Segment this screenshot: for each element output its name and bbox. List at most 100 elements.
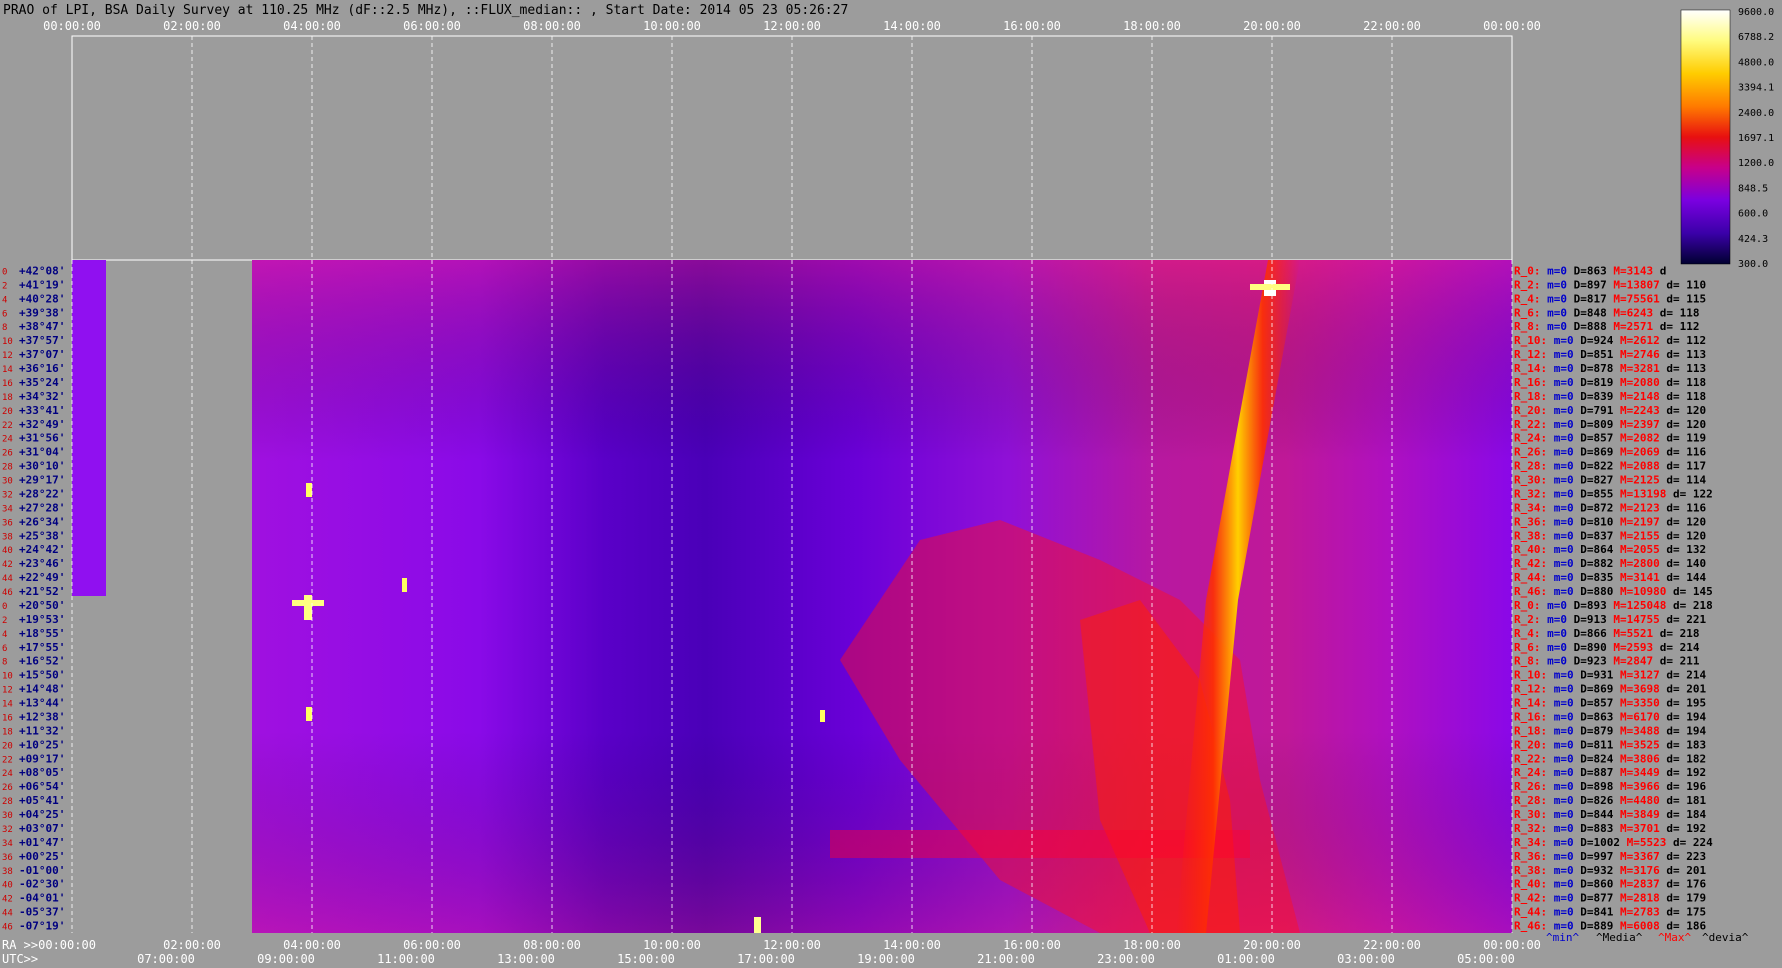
- row-min: m=0: [1554, 585, 1581, 598]
- row-deviation: d= 184: [1666, 808, 1706, 821]
- row-declination: +41°19': [19, 278, 65, 291]
- row-deviation: d= 117: [1666, 460, 1706, 473]
- row-deviation: d= 112: [1666, 334, 1706, 347]
- row-index: 4: [2, 295, 7, 305]
- row-declination: +31°04': [19, 446, 65, 459]
- row-max: M=2593: [1613, 641, 1659, 654]
- row-stats: R_34: m=0 D=872 M=2123 d= 116: [1514, 501, 1706, 514]
- row-index: 32: [2, 490, 13, 500]
- row-deviation: d= 218: [1660, 627, 1700, 640]
- row-median: D=826: [1580, 794, 1620, 807]
- colorbar-tick-label: 9600.0: [1738, 7, 1774, 18]
- row-receiver: R_2:: [1514, 278, 1547, 291]
- row-deviation: d= 224: [1673, 836, 1713, 849]
- row-declination: +10°25': [19, 738, 65, 751]
- row-deviation: d= 114: [1666, 474, 1706, 487]
- row-deviation: d= 194: [1666, 710, 1706, 723]
- colorbar-tick-label: 4800.0: [1738, 57, 1774, 68]
- row-stats: R_2: m=0 D=913 M=14755 d= 221: [1514, 613, 1706, 626]
- row-min: m=0: [1554, 487, 1581, 500]
- row-median: D=819: [1580, 376, 1620, 389]
- row-index: 44: [2, 574, 13, 584]
- row-median: D=857: [1580, 697, 1620, 710]
- row-index: 14: [2, 365, 13, 375]
- row-deviation: d= 122: [1673, 487, 1713, 500]
- top-tick-label: 14:00:00: [883, 19, 941, 33]
- row-median: D=888: [1574, 320, 1614, 333]
- row-median: D=931: [1580, 669, 1620, 682]
- row-median: D=811: [1580, 738, 1620, 751]
- row-median: D=866: [1574, 627, 1614, 640]
- row-deviation: d= 194: [1666, 724, 1706, 737]
- row-deviation: d= 118: [1666, 390, 1706, 403]
- row-max: M=2082: [1620, 432, 1666, 445]
- row-receiver: R_32:: [1514, 487, 1554, 500]
- row-median: D=839: [1580, 390, 1620, 403]
- row-deviation: d= 181: [1666, 794, 1706, 807]
- row-index: 28: [2, 463, 13, 473]
- row-index: 0: [2, 267, 7, 277]
- source-blip: [306, 707, 312, 721]
- row-stats: R_30: m=0 D=844 M=3849 d= 184: [1514, 808, 1706, 821]
- colorbar-tick-label: 1200.0: [1738, 158, 1774, 169]
- row-stats: R_0: m=0 D=863 M=3143 d: [1514, 264, 1666, 277]
- row-receiver: R_30:: [1514, 474, 1554, 487]
- top-tick-label: 00:00:00: [1483, 19, 1541, 33]
- row-max: M=3141: [1620, 571, 1666, 584]
- row-receiver: R_28:: [1514, 460, 1554, 473]
- top-tick-label: 20:00:00: [1243, 19, 1301, 33]
- row-receiver: R_44:: [1514, 906, 1554, 919]
- top-tick-label: 02:00:00: [163, 19, 221, 33]
- row-index: 20: [2, 741, 13, 751]
- row-deviation: d= 179: [1666, 892, 1706, 905]
- row-deviation: d= 183: [1666, 738, 1706, 751]
- row-receiver: R_16:: [1514, 710, 1554, 723]
- row-min: m=0: [1554, 766, 1581, 779]
- row-declination: +35°24': [19, 376, 65, 389]
- row-max: M=4480: [1620, 794, 1666, 807]
- row-min: m=0: [1554, 460, 1581, 473]
- row-receiver: R_38:: [1514, 864, 1554, 877]
- row-max: M=3701: [1620, 822, 1666, 835]
- row-min: m=0: [1554, 418, 1581, 431]
- row-receiver: R_18:: [1514, 724, 1554, 737]
- row-max: M=2837: [1620, 878, 1666, 891]
- row-index: 46: [2, 923, 13, 933]
- row-max: M=13807: [1613, 278, 1666, 291]
- row-deviation: d= 116: [1666, 501, 1706, 514]
- row-median: D=791: [1580, 404, 1620, 417]
- row-median: D=863: [1580, 710, 1620, 723]
- row-index: 8: [2, 323, 7, 333]
- row-deviation: d= 221: [1666, 613, 1706, 626]
- row-min: m=0: [1554, 362, 1581, 375]
- row-receiver: R_22:: [1514, 418, 1554, 431]
- row-min: m=0: [1554, 334, 1581, 347]
- row-receiver: R_26:: [1514, 446, 1554, 459]
- row-max: M=3698: [1620, 683, 1666, 696]
- top-tick-label: 06:00:00: [403, 19, 461, 33]
- row-declination: +03°07': [19, 822, 65, 835]
- row-declination: +21°52': [19, 585, 65, 598]
- row-min: m=0: [1554, 892, 1581, 905]
- row-declination: +15°50': [19, 669, 65, 682]
- row-declination: +29°17': [19, 474, 65, 487]
- row-stats: R_8: m=0 D=888 M=2571 d= 112: [1514, 320, 1699, 333]
- row-index: 6: [2, 644, 7, 654]
- row-index: 16: [2, 713, 13, 723]
- row-min: m=0: [1554, 376, 1581, 389]
- row-receiver: R_12:: [1514, 348, 1554, 361]
- row-min: m=0: [1547, 320, 1574, 333]
- coverage-strip: [72, 260, 106, 596]
- row-receiver: R_22:: [1514, 752, 1554, 765]
- ra-tick-label: 14:00:00: [883, 938, 941, 952]
- row-stats: R_6: m=0 D=848 M=6243 d= 118: [1514, 306, 1699, 319]
- row-max: M=3966: [1620, 780, 1666, 793]
- ra-tick-label: 16:00:00: [1003, 938, 1061, 952]
- row-stats: R_18: m=0 D=839 M=2148 d= 118: [1514, 390, 1706, 403]
- row-deviation: d= 195: [1666, 697, 1706, 710]
- row-max: M=6243: [1613, 306, 1659, 319]
- row-min: m=0: [1554, 878, 1581, 891]
- row-deviation: d= 144: [1666, 571, 1706, 584]
- row-index: 8: [2, 658, 7, 668]
- row-stats: R_40: m=0 D=864 M=2055 d= 132: [1514, 543, 1706, 556]
